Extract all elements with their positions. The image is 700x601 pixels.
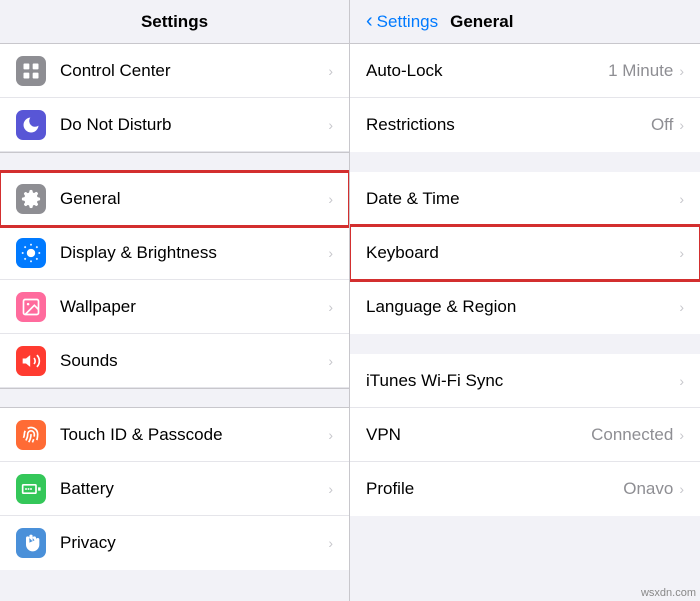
sidebar-item-battery[interactable]: Battery › [0, 462, 349, 516]
chevron-right-icon: › [328, 117, 333, 133]
right-item-label-keyboard: Keyboard [366, 243, 679, 263]
right-panel-header: ‹ Settings General [350, 0, 700, 43]
sidebar-item-label-touchid: Touch ID & Passcode [60, 425, 328, 445]
chevron-right-icon: › [679, 373, 684, 389]
sidebar-item-label-privacy: Privacy [60, 533, 328, 553]
chevron-right-icon: › [328, 535, 333, 551]
section-divider [0, 388, 349, 408]
sidebar-item-sounds[interactable]: Sounds › [0, 334, 349, 388]
right-item-language[interactable]: Language & Region › [350, 280, 700, 334]
back-button[interactable]: ‹ Settings [366, 10, 438, 33]
sound-icon [16, 346, 46, 376]
sidebar-item-touchid[interactable]: Touch ID & Passcode › [0, 408, 349, 462]
right-section-1: Date & Time › Keyboard › Language & Regi… [350, 172, 700, 334]
chevron-right-icon: › [328, 481, 333, 497]
sidebar-item-display[interactable]: Display & Brightness › [0, 226, 349, 280]
control-center-icon [16, 56, 46, 86]
top-bar: Settings ‹ Settings General [0, 0, 700, 44]
hand-icon [16, 528, 46, 558]
right-item-auto-lock[interactable]: Auto-Lock 1 Minute › [350, 44, 700, 98]
sidebar-item-label-wallpaper: Wallpaper [60, 297, 328, 317]
right-item-label-itunes-wifi: iTunes Wi-Fi Sync [366, 371, 679, 391]
right-item-label-restrictions: Restrictions [366, 115, 651, 135]
chevron-right-icon: › [679, 191, 684, 207]
section-gap [350, 152, 700, 172]
right-item-label-vpn: VPN [366, 425, 591, 445]
chevron-right-icon: › [328, 299, 333, 315]
right-item-itunes-wifi[interactable]: iTunes Wi-Fi Sync › [350, 354, 700, 408]
right-item-label-language: Language & Region [366, 297, 679, 317]
sidebar-item-label-display: Display & Brightness [60, 243, 328, 263]
right-item-date-time[interactable]: Date & Time › [350, 172, 700, 226]
left-panel: Control Center › Do Not Disturb › Genera… [0, 44, 350, 601]
moon-icon [16, 110, 46, 140]
battery-icon [16, 474, 46, 504]
right-section-0: Auto-Lock 1 Minute › Restrictions Off › [350, 44, 700, 152]
right-item-value-auto-lock: 1 Minute [608, 61, 673, 81]
chevron-right-icon: › [679, 63, 684, 79]
chevron-right-icon: › [679, 481, 684, 497]
right-panel-title: General [450, 12, 513, 32]
settings-list: Control Center › Do Not Disturb › Genera… [0, 44, 349, 570]
sidebar-item-label-control-center: Control Center [60, 61, 328, 81]
sidebar-item-wallpaper[interactable]: Wallpaper › [0, 280, 349, 334]
chevron-right-icon: › [679, 117, 684, 133]
right-item-label-date-time: Date & Time [366, 189, 679, 209]
chevron-right-icon: › [679, 245, 684, 261]
chevron-right-icon: › [679, 427, 684, 443]
right-section-2: iTunes Wi-Fi Sync › VPN Connected › Prof… [350, 354, 700, 516]
gear-icon [16, 184, 46, 214]
right-item-label-auto-lock: Auto-Lock [366, 61, 608, 81]
sidebar-item-privacy[interactable]: Privacy › [0, 516, 349, 570]
sidebar-item-label-battery: Battery [60, 479, 328, 499]
section-divider [0, 152, 349, 172]
back-chevron-icon: ‹ [366, 10, 373, 33]
main-content: Control Center › Do Not Disturb › Genera… [0, 44, 700, 601]
settings-title: Settings [141, 12, 208, 32]
right-item-label-profile: Profile [366, 479, 623, 499]
back-label: Settings [377, 12, 438, 32]
right-item-keyboard[interactable]: Keyboard › [350, 226, 700, 280]
right-item-value-restrictions: Off [651, 115, 673, 135]
display-icon [16, 238, 46, 268]
right-item-value-profile: Onavo [623, 479, 673, 499]
right-item-restrictions[interactable]: Restrictions Off › [350, 98, 700, 152]
right-panel: Auto-Lock 1 Minute › Restrictions Off › … [350, 44, 700, 601]
right-item-value-vpn: Connected [591, 425, 673, 445]
sidebar-item-general[interactable]: General › [0, 172, 349, 226]
chevron-right-icon: › [328, 63, 333, 79]
wallpaper-icon [16, 292, 46, 322]
left-panel-header: Settings [0, 0, 350, 43]
chevron-right-icon: › [328, 191, 333, 207]
sidebar-item-label-do-not-disturb: Do Not Disturb [60, 115, 328, 135]
chevron-right-icon: › [328, 245, 333, 261]
right-item-profile[interactable]: Profile Onavo › [350, 462, 700, 516]
chevron-right-icon: › [679, 299, 684, 315]
chevron-right-icon: › [328, 427, 333, 443]
right-item-vpn[interactable]: VPN Connected › [350, 408, 700, 462]
section-gap [350, 334, 700, 354]
sidebar-item-label-general: General [60, 189, 328, 209]
fingerprint-icon [16, 420, 46, 450]
sidebar-item-do-not-disturb[interactable]: Do Not Disturb › [0, 98, 349, 152]
sidebar-item-control-center[interactable]: Control Center › [0, 44, 349, 98]
chevron-right-icon: › [328, 353, 333, 369]
sidebar-item-label-sounds: Sounds [60, 351, 328, 371]
